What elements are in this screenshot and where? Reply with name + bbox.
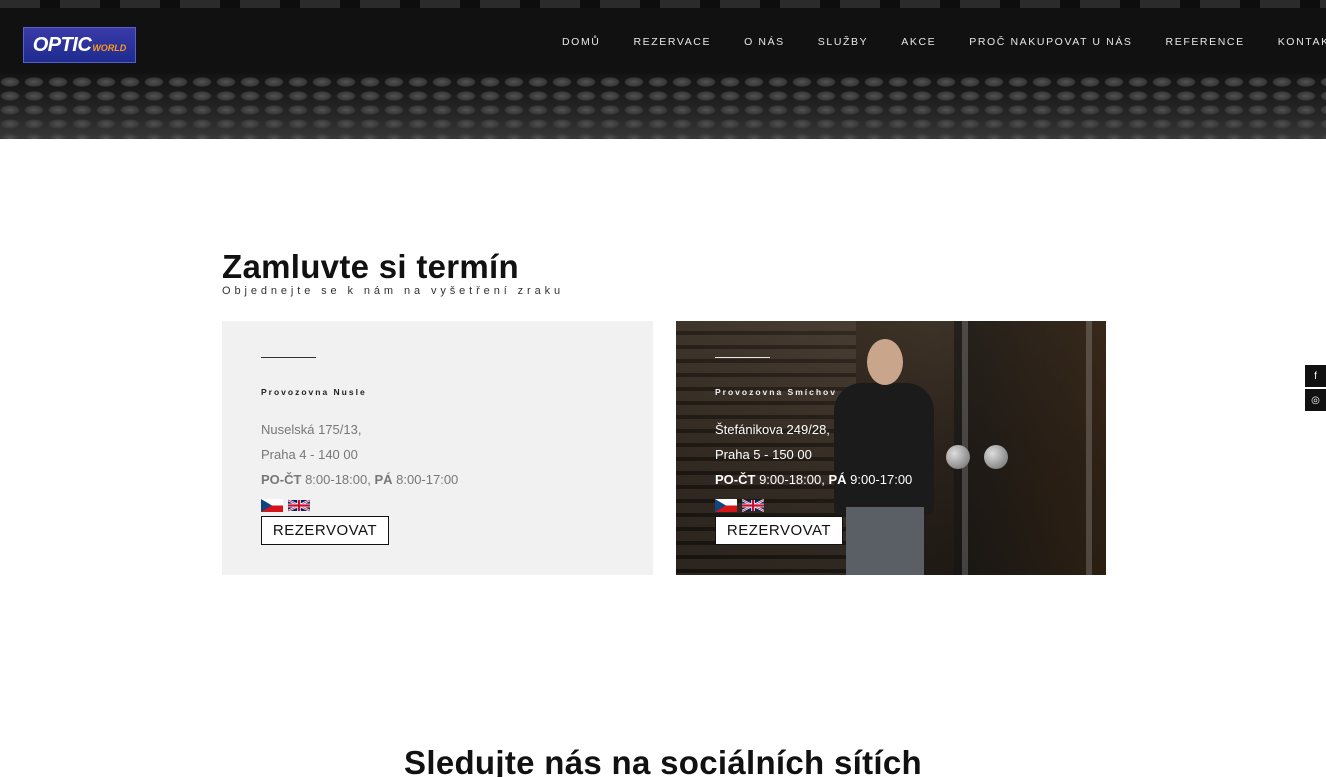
nav-item-sluzby[interactable]: SLUŽBY (818, 36, 868, 48)
hero-cobblestone-photo (0, 74, 1326, 139)
person-photo-body (834, 383, 934, 515)
section-subtitle: Objednejte se k nám na vyšetření zraku (222, 285, 565, 297)
side-social-bar: f ◎ (1305, 365, 1326, 413)
hours-mon-thu: 9:00-18:00, (755, 472, 829, 487)
reserve-button-nusle[interactable]: REZERVOVAT (261, 516, 389, 545)
logo-main-text: OPTIC (32, 33, 92, 56)
uk-flag-icon (287, 499, 311, 512)
hours-fri: 9:00-17:00 (846, 472, 913, 487)
person-photo-legs (846, 507, 924, 575)
nav-item-rezervace[interactable]: REZERVACE (633, 36, 711, 48)
card-label: Provozovna Smíchov (715, 387, 837, 397)
nav-item-domu[interactable]: DOMŮ (562, 36, 600, 48)
nav-item-akce[interactable]: AKCE (901, 36, 936, 48)
hours-fri: 8:00-17:00 (392, 472, 459, 487)
card-address-city: Praha 5 - 150 00 (715, 447, 812, 462)
social-section-title: Sledujte nás na sociálních sítích (404, 744, 922, 777)
location-card-nusle: Provozovna Nusle Nuselská 175/13, Praha … (222, 321, 653, 575)
nav-item-o-nas[interactable]: O NÁS (744, 36, 785, 48)
main-nav: DOMŮ REZERVACE O NÁS SLUŽBY AKCE PROČ NA… (562, 35, 1326, 48)
hero-photo-strip (0, 0, 1326, 8)
facebook-icon[interactable]: f (1305, 365, 1326, 387)
card-address-city: Praha 4 - 140 00 (261, 447, 358, 462)
logo-sub-text: WORLD (92, 43, 127, 53)
nav-item-kontakt[interactable]: KONTAKT (1278, 36, 1326, 48)
person-photo-head (867, 339, 903, 385)
hours-label-fri: PÁ (374, 472, 393, 487)
card-opening-hours: PO-ČT 9:00-18:00, PÁ 9:00-17:00 (715, 472, 912, 487)
reserve-button-smichov[interactable]: REZERVOVAT (715, 516, 843, 545)
location-card-smichov: Provozovna Smíchov Štefánikova 249/28, P… (676, 321, 1106, 575)
door-handle (984, 445, 1008, 469)
uk-flag-icon (741, 499, 765, 512)
card-address-street: Štefánikova 249/28, (715, 422, 830, 437)
card-divider (715, 357, 770, 358)
card-address-street: Nuselská 175/13, (261, 422, 362, 437)
cz-flag-icon (261, 499, 283, 512)
background-photo-door (954, 321, 1106, 575)
section-title: Zamluvte si termín (222, 248, 519, 285)
door-frame (1086, 321, 1092, 575)
hours-label-fri: PÁ (828, 472, 847, 487)
hero-banner: OPTIC WORLD DOMŮ REZERVACE O NÁS SLUŽBY … (0, 0, 1326, 139)
language-flags (261, 499, 311, 512)
instagram-icon[interactable]: ◎ (1305, 389, 1326, 411)
site-logo[interactable]: OPTIC WORLD (23, 27, 136, 63)
navbar: OPTIC WORLD DOMŮ REZERVACE O NÁS SLUŽBY … (0, 8, 1326, 74)
cz-flag-icon (715, 499, 737, 512)
nav-item-proc-nakupovat[interactable]: PROČ NAKUPOVAT U NÁS (969, 36, 1132, 48)
hours-label-mon-thu: PO-ČT (261, 472, 302, 487)
hours-mon-thu: 8:00-18:00, (301, 472, 375, 487)
card-opening-hours: PO-ČT 8:00-18:00, PÁ 8:00-17:00 (261, 472, 458, 487)
language-flags (715, 499, 765, 512)
card-divider (261, 357, 316, 358)
card-label: Provozovna Nusle (261, 387, 367, 397)
door-handle (946, 445, 970, 469)
hours-label-mon-thu: PO-ČT (715, 472, 756, 487)
nav-item-reference[interactable]: REFERENCE (1166, 36, 1245, 48)
